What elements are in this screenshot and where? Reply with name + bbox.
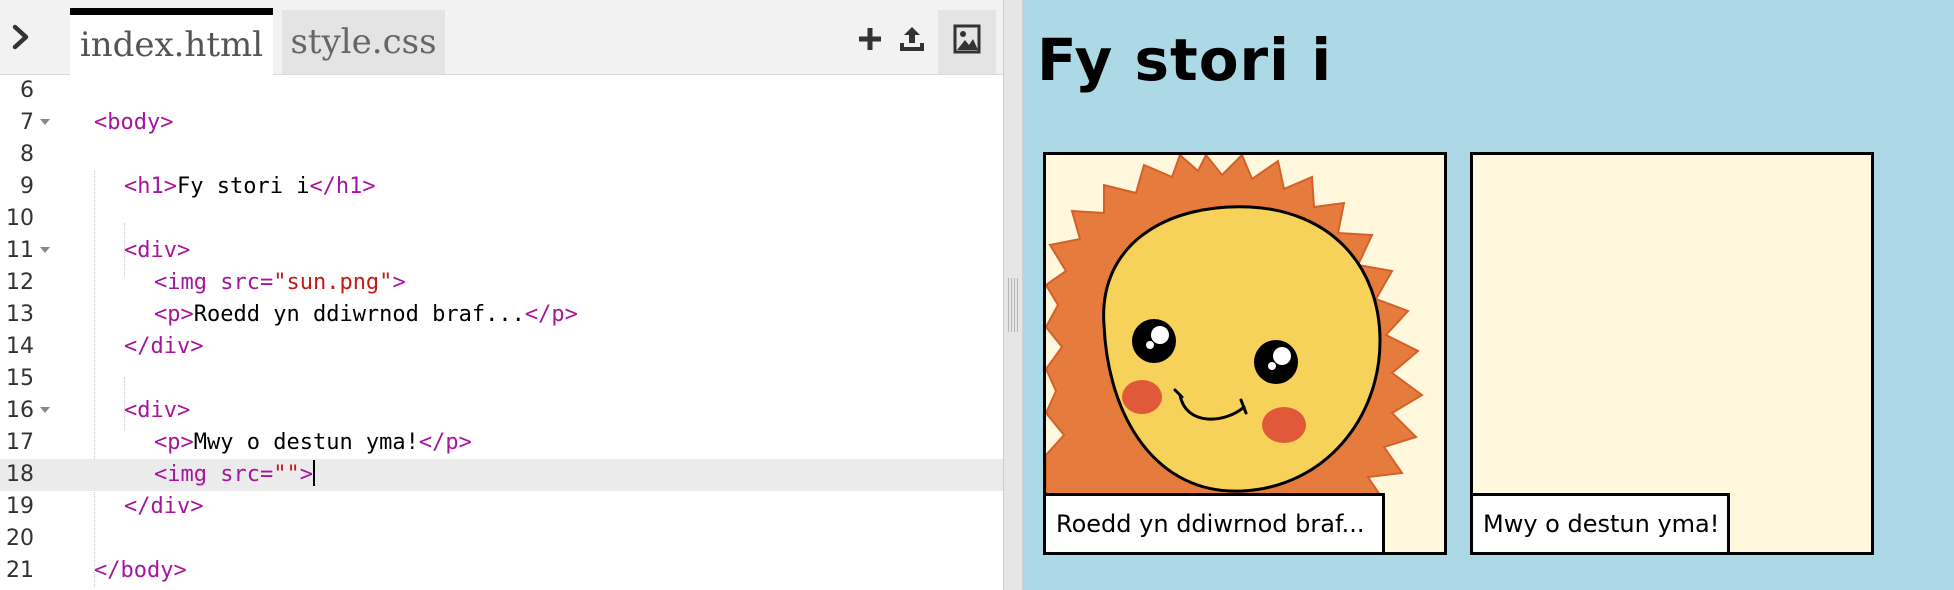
fold-arrow-icon[interactable]: [40, 247, 50, 253]
code-token: </p>: [418, 430, 472, 455]
code-token: <div>: [124, 398, 191, 423]
code-text: </body>: [94, 555, 187, 587]
story-panel-1: Roedd yn ddiwrnod braf...: [1043, 152, 1447, 555]
code-editor[interactable]: index.html style.css 6 7 <body> 8 9 <h1>Fy st…: [0, 0, 1003, 590]
code-line[interactable]: 9 <h1>Fy stori i</h1>: [0, 171, 1003, 203]
image-icon: [953, 24, 981, 54]
code-token: "sun.png": [273, 270, 393, 295]
code-token: </h1>: [309, 174, 376, 199]
code-token: Fy stori i: [176, 174, 310, 199]
code-line[interactable]: 8: [0, 139, 1003, 171]
code-text: <p>Mwy o destun yma!</p>: [154, 427, 472, 459]
code-token: >: [392, 270, 406, 295]
line-number: 20: [6, 526, 34, 551]
code-token: src=: [220, 270, 274, 295]
code-token: </p>: [524, 302, 578, 327]
panel-2-caption: Mwy o destun yma!: [1473, 493, 1730, 552]
code-token: <p>: [154, 430, 194, 455]
line-number: 10: [6, 206, 34, 231]
code-token: <body>: [94, 110, 174, 135]
code-line[interactable]: 16 <div>: [0, 395, 1003, 427]
code-area[interactable]: 6 7 <body> 8 9 <h1>Fy stori i</h1> 10 11 <div> 12…: [0, 75, 1003, 590]
code-line[interactable]: 19 </div>: [0, 491, 1003, 523]
code-text: <img src="">: [154, 459, 315, 491]
code-line[interactable]: 10: [0, 203, 1003, 235]
code-token: Mwy o destun yma!: [193, 430, 419, 455]
code-text: <p>Roedd yn ddiwrnod braf...</p>: [154, 299, 578, 331]
code-line[interactable]: 12 <img src="sun.png">: [0, 267, 1003, 299]
line-number: 18: [6, 462, 34, 487]
tab-style-css[interactable]: style.css: [282, 10, 445, 74]
code-text: <div>: [124, 235, 190, 267]
line-number: 15: [6, 366, 34, 391]
code-text: <body>: [94, 107, 173, 139]
line-number: 19: [6, 494, 34, 519]
line-number: 13: [6, 302, 34, 327]
tab-bar: index.html style.css: [0, 0, 1003, 75]
code-token: <div>: [124, 238, 191, 263]
code-token: <h1>: [124, 174, 177, 199]
line-number: 9: [20, 174, 34, 199]
line-number: 8: [20, 142, 34, 167]
line-number: 21: [6, 558, 34, 583]
image-button[interactable]: [938, 10, 996, 74]
code-text: <img src="sun.png">: [154, 267, 406, 299]
fold-arrow-icon[interactable]: [40, 407, 50, 413]
fold-arrow-icon[interactable]: [40, 119, 50, 125]
code-line[interactable]: 21 </body>: [0, 555, 1003, 587]
code-line[interactable]: 13 <p>Roedd yn ddiwrnod braf...</p>: [0, 299, 1003, 331]
code-token: <p>: [154, 302, 194, 327]
code-line[interactable]: 17 <p>Mwy o destun yma!</p>: [0, 427, 1003, 459]
code-token: src=: [220, 462, 274, 487]
line-number: 7: [20, 110, 34, 135]
line-number: 14: [6, 334, 34, 359]
code-token: Roedd yn ddiwrnod braf...: [193, 302, 525, 327]
code-text: </div>: [124, 331, 203, 363]
preview-pane: Fy stori i Roedd yn ddiwrnod braf... Mwy…: [1023, 0, 1954, 590]
code-line[interactable]: 20: [0, 523, 1003, 555]
code-line[interactable]: 7 <body>: [0, 107, 1003, 139]
upload-icon[interactable]: [897, 24, 927, 54]
story-panel-2: Mwy o destun yma!: [1470, 152, 1874, 555]
line-number: 12: [6, 270, 34, 295]
sun-icon: [1046, 155, 1424, 495]
line-number: 16: [6, 398, 34, 423]
code-text: <h1>Fy stori i</h1>: [124, 171, 376, 203]
splitter-grip[interactable]: [1008, 278, 1018, 332]
code-token: </div>: [124, 334, 204, 359]
panel-1-caption: Roedd yn ddiwrnod braf...: [1046, 493, 1385, 552]
code-token: "": [273, 462, 300, 487]
code-text: </div>: [124, 491, 203, 523]
page-title: Fy stori i: [1037, 26, 1333, 94]
code-token: >: [299, 462, 313, 487]
code-text: <div>: [124, 395, 190, 427]
code-line[interactable]: 18 <img src="">: [0, 459, 1003, 491]
code-line[interactable]: 15: [0, 363, 1003, 395]
chevron-right-icon[interactable]: [8, 22, 38, 52]
line-number: 11: [6, 238, 34, 263]
code-line[interactable]: 6: [0, 75, 1003, 107]
code-token: </body>: [94, 558, 187, 583]
text-cursor: [312, 460, 315, 486]
code-token: </div>: [124, 494, 204, 519]
line-number: 17: [6, 430, 34, 455]
code-line[interactable]: 14 </div>: [0, 331, 1003, 363]
line-number: 6: [20, 78, 34, 103]
code-line[interactable]: 11 <div>: [0, 235, 1003, 267]
tab-index-html[interactable]: index.html: [70, 8, 273, 75]
code-token: <img: [154, 462, 221, 487]
plus-icon[interactable]: [855, 24, 885, 54]
code-token: <img: [154, 270, 221, 295]
